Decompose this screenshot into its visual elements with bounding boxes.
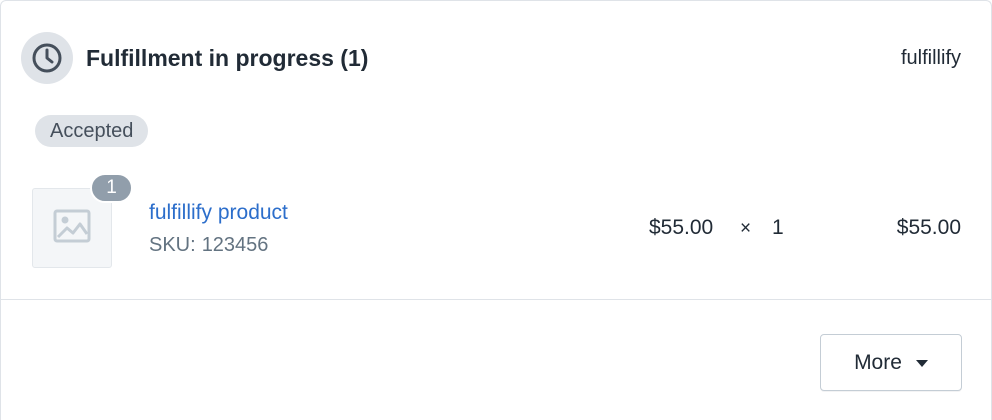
product-name-link[interactable]: fulfillify product [149,199,288,227]
unit-price: $55.00 [649,216,714,239]
fulfillment-location: fulfillify [900,47,961,69]
quantity-badge: 1 [90,173,133,203]
section-divider [1,299,991,300]
clock-icon [21,32,73,84]
sku-label: SKU: [149,234,196,256]
times-symbol: × [740,218,752,239]
sku-value: 123456 [201,234,269,256]
line-total: $55.00 [896,216,961,239]
fulfillment-card: Fulfillment in progress (1) fulfillify A… [0,0,992,420]
status-badge: Accepted [35,115,149,147]
caret-down-icon [915,360,928,367]
more-button-label: More [854,350,902,374]
image-placeholder-icon [53,209,91,248]
fulfillment-title: Fulfillment in progress (1) [86,45,369,71]
product-sku: SKU: 123456 [149,231,268,259]
more-actions-button[interactable]: More [820,334,962,391]
quantity: 1 [772,216,784,239]
